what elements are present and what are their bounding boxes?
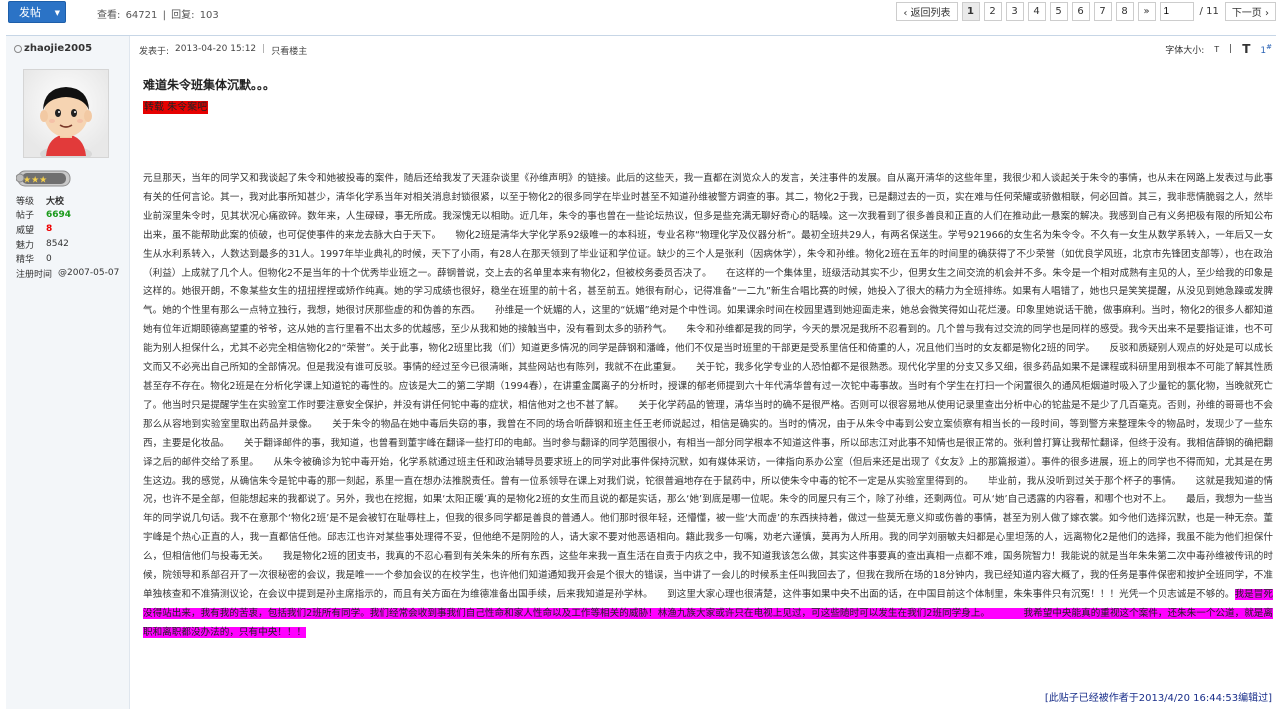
page-2-link[interactable]: 2 [983, 2, 1002, 21]
stat-label-posts: 帖子 [16, 211, 35, 222]
rank-stars-icon: ★★★ [15, 167, 76, 189]
stat-label-essence: 精华 [16, 255, 35, 266]
repost-tag: 转载 朱令案吧 [143, 101, 209, 114]
author-stat-row: 精华 0 [16, 251, 128, 266]
page-3-link[interactable]: 3 [1005, 2, 1024, 21]
author-stat-row: 帖子 6694 [16, 208, 128, 223]
post-container: zhaojie2005 ★★★ 等级 大校 帖子 6694 威望 8 魅力 85… [6, 35, 1276, 709]
cartoon-avatar-icon [24, 70, 108, 162]
author-stat-row: 魅力 8542 [16, 237, 128, 252]
page-8-link[interactable]: 8 [1115, 2, 1134, 21]
author-name-row[interactable]: zhaojie2005 [14, 43, 92, 54]
post-body: 元旦那天，当年的同学又和我谈起了朱令和她被投毒的案件，随后还给我发了天涯杂谈里《… [143, 170, 1274, 643]
page-4-link[interactable]: 4 [1027, 2, 1046, 21]
more-pages-link[interactable]: » [1137, 2, 1156, 21]
author-stats: 等级 大校 帖子 6694 威望 8 魅力 8542 精华 0 注册时间 @20… [16, 193, 128, 281]
page-6-link[interactable]: 6 [1071, 2, 1090, 21]
svg-text:★★★: ★★★ [23, 176, 47, 186]
page-5-link[interactable]: 5 [1049, 2, 1068, 21]
author-name[interactable]: zhaojie2005 [24, 43, 92, 54]
floor-number[interactable]: 1# [1260, 43, 1272, 56]
meta-divider: | [262, 44, 266, 54]
stat-value-charm: 8542 [46, 239, 69, 250]
stat-value-level: 大校 [46, 196, 65, 207]
author-panel: zhaojie2005 ★★★ 等级 大校 帖子 6694 威望 8 魅力 85… [6, 36, 130, 709]
stat-label-prestige: 威望 [16, 225, 35, 236]
floor-hash: # [1266, 42, 1272, 51]
stat-value-prestige: 8 [46, 224, 53, 235]
stat-label-charm: 魅力 [16, 240, 35, 251]
page-total: / 11 [1199, 6, 1219, 17]
views-count: 64721 [125, 10, 158, 21]
thread-stats: 查看: 64721 | 回复: 103 [97, 6, 221, 21]
page-jump-input[interactable] [1159, 2, 1194, 21]
replies-count: 103 [199, 10, 219, 21]
post-title: 难道朱令班集体沉默。。。 [143, 78, 276, 92]
author-stat-row: 等级 大校 [16, 193, 128, 208]
post-meta: 发表于: 2013-04-20 15:12 | 只看楼主 [139, 44, 307, 57]
stat-value-registered: @2007-05-07 [58, 268, 120, 279]
font-large-button[interactable]: T [1242, 42, 1250, 56]
chevron-down-icon[interactable]: ▼ [55, 2, 60, 24]
stat-label-level: 等级 [16, 196, 35, 207]
font-small-button[interactable]: T [1214, 45, 1219, 54]
back-to-list-button[interactable]: ‹ 返回列表 [896, 2, 958, 21]
pagination: ‹ 返回列表 1 2 3 4 5 6 7 8 » / 11 下一页 › [896, 2, 1276, 21]
new-post-button[interactable]: 发帖 ▼ [8, 1, 66, 23]
author-stat-row: 注册时间 @2007-05-07 [16, 266, 128, 281]
only-author-link[interactable]: 只看楼主 [271, 44, 307, 57]
stats-divider: | [162, 10, 166, 21]
replies-label: 回复: [171, 10, 195, 21]
views-label: 查看: [97, 10, 121, 21]
top-toolbar: 发帖 ▼ 查看: 64721 | 回复: 103 ‹ 返回列表 1 2 3 4 … [0, 0, 1280, 26]
post-content: 发表于: 2013-04-20 15:12 | 只看楼主 字体大小: T | T… [131, 36, 1276, 709]
posted-label: 发表于: [139, 47, 170, 57]
stat-value-essence: 0 [46, 253, 52, 264]
online-status-icon [14, 44, 22, 53]
font-size-tools: 字体大小: T | T 1# [1165, 42, 1272, 56]
page-1-link[interactable]: 1 [961, 2, 980, 21]
font-size-label: 字体大小: [1165, 45, 1205, 56]
font-divider: | [1229, 44, 1233, 54]
page-7-link[interactable]: 7 [1093, 2, 1112, 21]
new-post-label: 发帖 [19, 6, 41, 19]
author-stat-row: 威望 8 [16, 222, 128, 237]
edit-note: [此贴子已经被作者于2013/4/20 16:44:53编辑过] [1044, 693, 1272, 704]
avatar[interactable] [23, 69, 109, 162]
posted-time: 2013-04-20 15:12 [175, 44, 257, 54]
stat-value-posts: 6694 [46, 209, 72, 220]
post-body-text: 元旦那天，当年的同学又和我谈起了朱令和她被投毒的案件，随后还给我发了天涯杂谈里《… [143, 173, 1273, 600]
stat-label-registered: 注册时间 [16, 269, 53, 280]
next-page-button[interactable]: 下一页 › [1224, 2, 1276, 21]
